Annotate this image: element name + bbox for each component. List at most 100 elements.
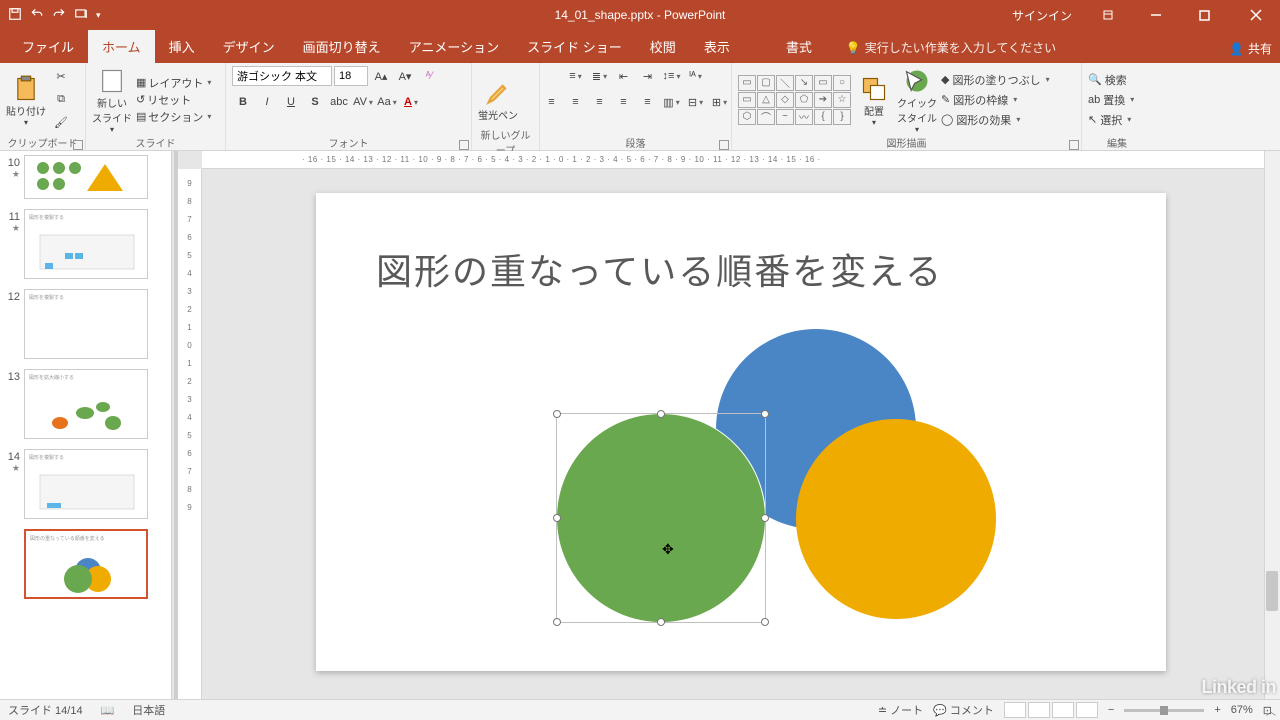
cut-icon[interactable]: ✂ bbox=[50, 66, 72, 88]
shape-effects-button[interactable]: ◯ 図形の効果 bbox=[941, 110, 1050, 130]
paste-button[interactable]: 貼り付け▾ bbox=[6, 73, 46, 127]
start-from-beginning-icon[interactable] bbox=[74, 7, 88, 24]
font-color-button[interactable]: A bbox=[400, 91, 422, 113]
layout-button[interactable]: ▦ レイアウト bbox=[136, 75, 211, 91]
arrange-button[interactable]: 配置▾ bbox=[855, 73, 893, 127]
strikethrough-button[interactable]: abc bbox=[328, 91, 350, 113]
undo-icon[interactable] bbox=[30, 7, 44, 24]
thumbnail-row[interactable]: 11★ 図形を複製する bbox=[2, 209, 167, 279]
thumbnail-row[interactable]: 10★ bbox=[2, 155, 167, 199]
tab-format[interactable]: 書式 bbox=[772, 30, 826, 63]
tab-animations[interactable]: アニメーション bbox=[395, 30, 513, 63]
tab-file[interactable]: ファイル bbox=[8, 30, 88, 63]
copy-icon[interactable]: ⧉ bbox=[50, 89, 72, 111]
resize-handle[interactable] bbox=[657, 618, 665, 626]
tab-view[interactable]: 表示 bbox=[690, 30, 744, 63]
shape-outline-button[interactable]: ✎ 図形の枠線 bbox=[941, 90, 1050, 110]
tell-me-search[interactable]: 💡 実行したい作業を入力してください bbox=[846, 39, 1056, 63]
bold-button[interactable]: B bbox=[232, 91, 254, 113]
tab-transitions[interactable]: 画面切り替え bbox=[289, 30, 395, 63]
replace-button[interactable]: ab 置換 bbox=[1088, 90, 1134, 110]
find-button[interactable]: 🔍 検索 bbox=[1088, 70, 1134, 90]
shapes-gallery[interactable]: ▭▢＼↘▭○ ▭△◇⬠➔☆ ⬡⌒~〰{} bbox=[738, 75, 851, 125]
reading-view-icon[interactable] bbox=[1052, 702, 1074, 718]
align-center-icon[interactable]: ≡ bbox=[565, 91, 587, 113]
zoom-slider[interactable] bbox=[1124, 709, 1204, 712]
maximize-button[interactable] bbox=[1184, 0, 1224, 30]
redo-icon[interactable] bbox=[52, 7, 66, 24]
slide-title-text[interactable]: 図形の重なっている順番を変える bbox=[376, 243, 943, 295]
bullets-button[interactable]: ≡ bbox=[565, 65, 587, 87]
slide-counter[interactable]: スライド 14/14 bbox=[8, 702, 83, 718]
resize-handle[interactable] bbox=[553, 410, 561, 418]
new-slide-button[interactable]: 新しい スライド▾ bbox=[92, 65, 132, 134]
ribbon-options-icon[interactable] bbox=[1088, 0, 1128, 30]
zoom-in-button[interactable]: + bbox=[1214, 704, 1220, 716]
dialog-launcher-icon[interactable] bbox=[459, 140, 469, 150]
char-spacing-button[interactable]: AV bbox=[352, 91, 374, 113]
resize-handle[interactable] bbox=[761, 410, 769, 418]
highlighter-button[interactable]: 蛍光ペン bbox=[478, 77, 518, 122]
vertical-scrollbar[interactable] bbox=[1264, 151, 1280, 699]
dialog-launcher-icon[interactable] bbox=[1069, 140, 1079, 150]
tab-insert[interactable]: 挿入 bbox=[155, 30, 209, 63]
resize-handle[interactable] bbox=[553, 514, 561, 522]
comments-button[interactable]: 💬 コメント bbox=[933, 702, 994, 718]
notes-button[interactable]: ≐ ノート bbox=[878, 702, 923, 718]
qat-more-icon[interactable]: ▾ bbox=[96, 10, 101, 21]
resize-handle[interactable] bbox=[761, 618, 769, 626]
reset-button[interactable]: ↺ リセット bbox=[136, 92, 211, 108]
columns-button[interactable]: ▥ bbox=[661, 91, 683, 113]
tab-home[interactable]: ホーム bbox=[88, 30, 155, 63]
change-case-button[interactable]: Aa bbox=[376, 91, 398, 113]
numbering-button[interactable]: ≣ bbox=[589, 65, 611, 87]
underline-button[interactable]: U bbox=[280, 91, 302, 113]
tab-slideshow[interactable]: スライド ショー bbox=[513, 30, 636, 63]
shape-yellow-circle[interactable] bbox=[796, 419, 996, 619]
minimize-button[interactable] bbox=[1136, 0, 1176, 30]
language-indicator[interactable]: 日本語 bbox=[132, 702, 165, 718]
resize-handle[interactable] bbox=[657, 410, 665, 418]
thumbnail-row[interactable]: 図形の重なっている順番を変える bbox=[2, 529, 167, 599]
align-text-button[interactable]: ⊟ bbox=[685, 91, 707, 113]
section-button[interactable]: ▤ セクション bbox=[136, 109, 211, 125]
decrease-indent-icon[interactable]: ⇤ bbox=[613, 65, 635, 87]
slide-canvas[interactable]: 図形の重なっている順番を変える ✥ bbox=[316, 193, 1166, 671]
font-family-select[interactable] bbox=[232, 66, 332, 86]
slideshow-view-icon[interactable] bbox=[1076, 702, 1098, 718]
shape-fill-button[interactable]: ◆ 図形の塗りつぶし bbox=[941, 70, 1050, 90]
share-button[interactable]: 👤 共有 bbox=[1229, 40, 1272, 57]
thumbnail-row[interactable]: 14★ 図形を複製する bbox=[2, 449, 167, 519]
thumbnail-row[interactable]: 13 図形を拡大縮小する bbox=[2, 369, 167, 439]
normal-view-icon[interactable] bbox=[1004, 702, 1026, 718]
signin-button[interactable]: サインイン bbox=[1012, 7, 1072, 24]
spellcheck-icon[interactable]: 📖 bbox=[101, 704, 115, 717]
close-button[interactable] bbox=[1232, 0, 1280, 30]
distributed-icon[interactable]: ≡ bbox=[637, 91, 659, 113]
clear-formatting-icon[interactable]: ᴬ⁄ bbox=[418, 65, 440, 87]
zoom-level[interactable]: 67% bbox=[1231, 704, 1253, 716]
save-icon[interactable] bbox=[8, 7, 22, 24]
align-left-icon[interactable]: ≡ bbox=[541, 91, 563, 113]
sorter-view-icon[interactable] bbox=[1028, 702, 1050, 718]
font-size-select[interactable] bbox=[334, 66, 368, 86]
shadow-button[interactable]: S bbox=[304, 91, 326, 113]
resize-handle[interactable] bbox=[553, 618, 561, 626]
select-button[interactable]: ↖ 選択 bbox=[1088, 110, 1134, 130]
decrease-font-icon[interactable]: A▾ bbox=[394, 65, 416, 87]
rotation-handle-icon[interactable] bbox=[653, 382, 669, 401]
selection-box[interactable] bbox=[556, 413, 766, 623]
resize-handle[interactable] bbox=[761, 514, 769, 522]
collapse-ribbon-icon[interactable]: ︿ bbox=[1266, 703, 1276, 718]
tab-design[interactable]: デザイン bbox=[209, 30, 289, 63]
zoom-out-button[interactable]: − bbox=[1108, 704, 1114, 716]
increase-indent-icon[interactable]: ⇥ bbox=[637, 65, 659, 87]
tab-review[interactable]: 校閲 bbox=[636, 30, 690, 63]
increase-font-icon[interactable]: A▴ bbox=[370, 65, 392, 87]
slide-thumbnails-pane[interactable]: 10★ 11★ 図形を複製する 12 図形を複製する 13 図形を拡大縮小する … bbox=[0, 151, 172, 699]
text-direction-button[interactable]: ᴵᴬ bbox=[685, 65, 707, 87]
dialog-launcher-icon[interactable] bbox=[73, 140, 83, 150]
smartart-button[interactable]: ⊞ bbox=[709, 91, 731, 113]
align-right-icon[interactable]: ≡ bbox=[589, 91, 611, 113]
line-spacing-button[interactable]: ↕≡ bbox=[661, 65, 683, 87]
